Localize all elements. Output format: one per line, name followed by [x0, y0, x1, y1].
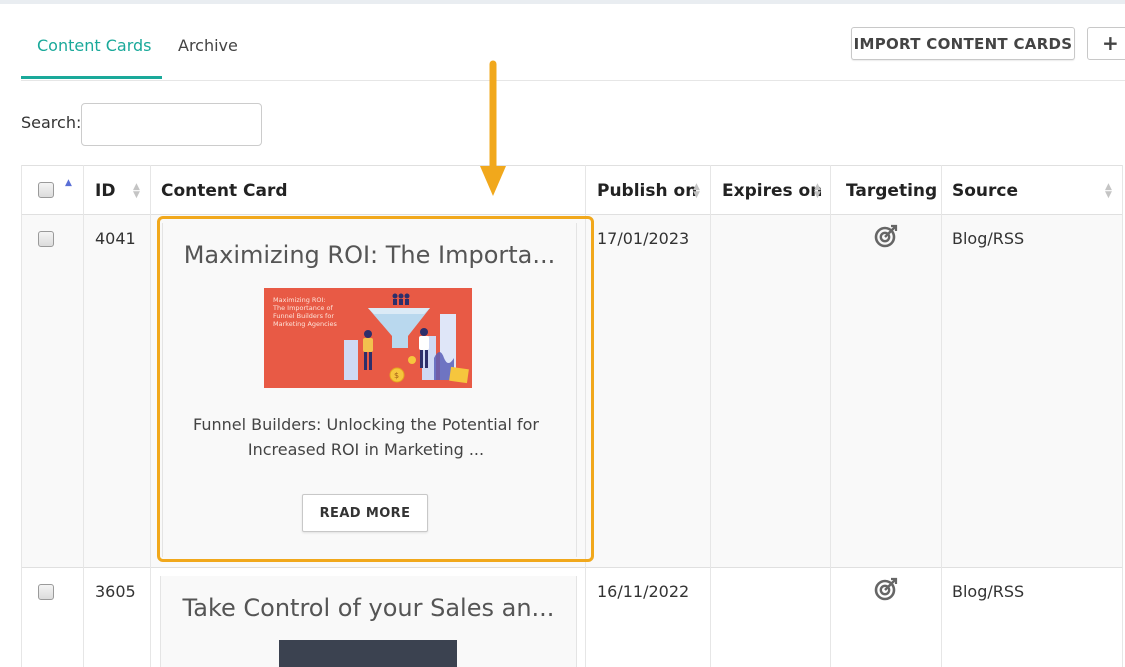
row-id: 4041 [95, 229, 136, 248]
row-source: Blog/RSS [952, 229, 1025, 248]
column-divider [83, 165, 84, 667]
select-all-checkbox[interactable] [38, 182, 54, 198]
column-header-expires-on[interactable]: Expires on [722, 181, 822, 201]
column-divider [941, 165, 942, 667]
row-id: 3605 [95, 582, 136, 601]
tab-divider [21, 80, 1125, 81]
column-divider [21, 165, 22, 667]
target-icon[interactable] [874, 224, 898, 248]
row-publish-on: 17/01/2023 [597, 229, 690, 248]
sort-source-icon[interactable]: ▲ ▼ [1105, 183, 1112, 200]
table-row-divider [21, 567, 1123, 568]
card-thumbnail-image [279, 640, 457, 667]
column-header-content-card: Content Card [161, 181, 288, 201]
tab-content-cards[interactable]: Content Cards [37, 36, 151, 55]
target-icon[interactable] [874, 577, 898, 601]
sort-id-icon[interactable]: ▲ ▼ [133, 183, 140, 200]
column-header-source[interactable]: Source [952, 181, 1018, 201]
column-divider [710, 165, 711, 667]
row-source: Blog/RSS [952, 582, 1025, 601]
search-input[interactable] [81, 103, 262, 146]
active-tab-indicator [21, 76, 162, 79]
sort-expires-icon[interactable]: ▲ ▼ [814, 183, 821, 200]
sort-publish-icon[interactable]: ▲ ▼ [693, 183, 700, 200]
table-top-border [21, 165, 1123, 166]
column-divider [830, 165, 831, 667]
column-divider [1122, 165, 1123, 667]
card-title: Take Control of your Sales an... [182, 594, 555, 622]
row-publish-on: 16/11/2022 [597, 582, 690, 601]
sort-checkbox-column[interactable]: ▲ [65, 179, 72, 188]
arrow-down-icon [480, 60, 506, 196]
column-header-targeting: Targeting [846, 181, 938, 201]
column-header-publish-on[interactable]: Publish on [597, 181, 697, 201]
column-header-id[interactable]: ID [95, 181, 115, 201]
top-strip [0, 0, 1125, 4]
add-button[interactable]: + [1087, 27, 1125, 60]
search-label: Search: [21, 113, 82, 132]
column-divider [150, 165, 151, 667]
row-checkbox[interactable] [38, 584, 54, 600]
highlight-box [157, 216, 594, 562]
tab-archive[interactable]: Archive [178, 36, 238, 55]
row-checkbox[interactable] [38, 231, 54, 247]
import-content-cards-button[interactable]: IMPORT CONTENT CARDS [851, 27, 1075, 60]
